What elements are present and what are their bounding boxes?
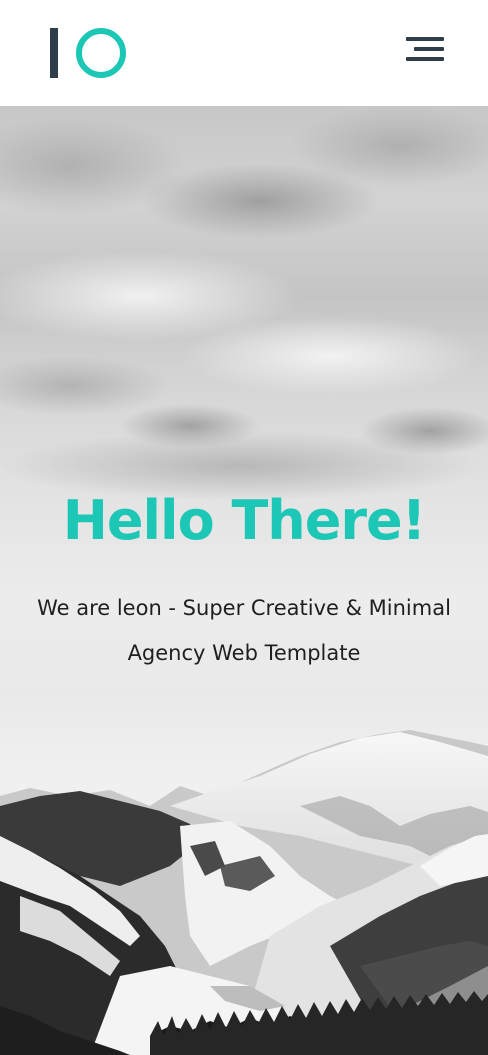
site-header xyxy=(0,0,488,106)
menu-line xyxy=(406,57,444,61)
logo-bar-icon xyxy=(50,28,58,78)
logo-link[interactable] xyxy=(50,28,126,78)
hero-subtitle-line1: We are leon - Super Creative & Minimal xyxy=(37,596,451,620)
logo-ring-icon xyxy=(76,28,126,78)
hero-section: Hello There! We are leon - Super Creativ… xyxy=(0,106,488,1055)
mountain-background-image xyxy=(0,106,488,1055)
menu-line xyxy=(406,37,444,41)
hero-title: Hello There! xyxy=(62,489,427,552)
hero-subtitle: We are leon - Super Creative & Minimal A… xyxy=(0,586,488,676)
page: Hello There! We are leon - Super Creativ… xyxy=(0,0,488,1055)
hamburger-menu-icon[interactable] xyxy=(404,34,446,64)
hero-subtitle-line2: Agency Web Template xyxy=(127,641,361,665)
menu-line xyxy=(414,47,444,51)
